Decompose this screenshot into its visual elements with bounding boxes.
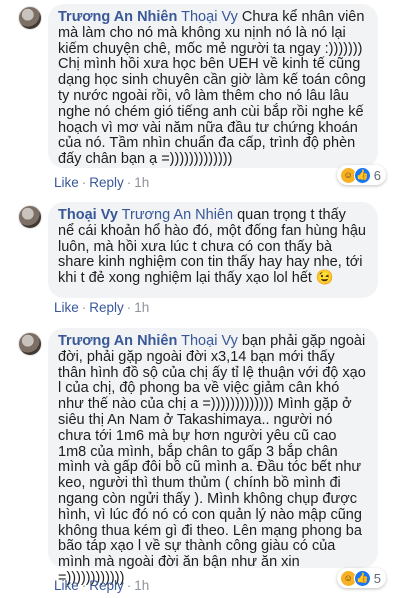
comment-actions: Like · Reply · 1h: [54, 175, 149, 190]
tagged-user[interactable]: Thoại Vy: [181, 9, 238, 25]
comment-actions: Like · Reply · 1h: [54, 300, 149, 315]
separator-dot: ·: [126, 175, 132, 190]
reactions-summary[interactable]: ☺ 👍 6: [336, 165, 386, 185]
tagged-user[interactable]: Trương An Nhiên: [122, 207, 233, 223]
tagged-user[interactable]: Thoại Vy: [181, 333, 238, 349]
reply-link[interactable]: Reply: [89, 578, 124, 593]
comment-bubble: Trương An Nhiên Thoại Vy Chưa kể nhân vi…: [48, 4, 378, 168]
avatar[interactable]: [18, 6, 42, 30]
comment-actions: Like · Reply · 1h: [54, 578, 149, 593]
reaction-count: 5: [373, 570, 381, 586]
comment-author[interactable]: Trương An Nhiên: [58, 333, 177, 349]
reaction-count: 6: [373, 167, 381, 183]
like-reaction-icon: 👍: [353, 569, 371, 587]
comment-author[interactable]: Trương An Nhiên: [58, 9, 177, 25]
like-link[interactable]: Like: [54, 175, 79, 190]
comment-time[interactable]: 1h: [134, 578, 149, 593]
reactions-summary[interactable]: ☺ 👍 5: [336, 568, 386, 588]
like-reaction-icon: 👍: [353, 166, 371, 184]
separator-dot: ·: [81, 578, 87, 593]
reply-link[interactable]: Reply: [89, 300, 124, 315]
separator-dot: ·: [126, 300, 132, 315]
separator-dot: ·: [81, 300, 87, 315]
reply-link[interactable]: Reply: [89, 175, 124, 190]
like-link[interactable]: Like: [54, 578, 79, 593]
comment-bubble: Thoại Vy Trương An Nhiên quan trọng t th…: [48, 202, 378, 298]
comment-text: bạn phải gặp ngoài đời, phải gặp ngoài đ…: [58, 333, 366, 586]
comment-time[interactable]: 1h: [134, 300, 149, 315]
comment-bubble: Trương An Nhiên Thoại Vy bạn phải gặp ng…: [48, 328, 378, 586]
avatar[interactable]: [18, 332, 42, 356]
comment-time[interactable]: 1h: [134, 175, 149, 190]
like-link[interactable]: Like: [54, 300, 79, 315]
separator-dot: ·: [81, 175, 87, 190]
avatar[interactable]: [18, 205, 42, 229]
comment-text: Chưa kể nhân viên mà làm cho nó mà không…: [58, 9, 366, 168]
separator-dot: ·: [126, 578, 132, 593]
comment-author[interactable]: Thoại Vy: [58, 207, 118, 223]
